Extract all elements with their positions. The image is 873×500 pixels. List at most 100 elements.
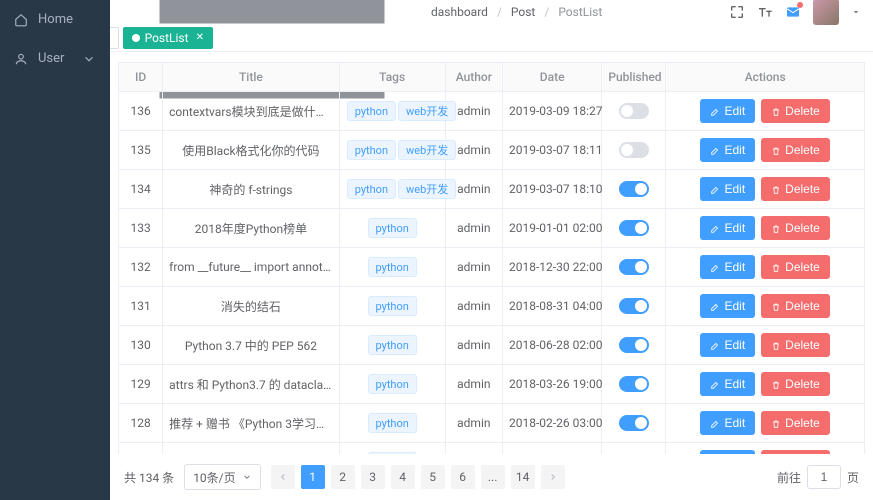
page-number[interactable]: 14 [511, 465, 535, 489]
pagination: 共 134 条 10条/页 123456...14 [110, 454, 873, 500]
tag-python[interactable]: python [368, 257, 417, 277]
tag-python[interactable]: python [368, 374, 417, 394]
edit-button[interactable]: Edit [700, 138, 755, 162]
table-row: 134神奇的 f-stringspythonweb开发admin2019-03-… [119, 170, 865, 209]
cell-actions: EditDelete [666, 170, 865, 209]
cell-published [602, 443, 666, 455]
sidebar-item-user[interactable]: User [0, 39, 110, 78]
edit-button[interactable]: Edit [700, 177, 755, 201]
close-icon[interactable]: ✕ [196, 32, 204, 43]
tag-python[interactable]: python [347, 179, 396, 199]
cell-title: 消失的结石 [163, 287, 340, 326]
tag-python[interactable]: python [347, 101, 396, 121]
cell-published [602, 248, 666, 287]
cell-title: 使用Black格式化你的代码 [163, 131, 340, 170]
published-toggle[interactable] [619, 220, 649, 236]
published-toggle[interactable] [619, 259, 649, 275]
next-page[interactable] [541, 465, 565, 489]
tab-label: PostList [145, 31, 189, 45]
cell-published [602, 131, 666, 170]
published-toggle[interactable] [619, 298, 649, 314]
edit-button[interactable]: Edit [700, 255, 755, 279]
delete-button[interactable]: Delete [761, 333, 830, 357]
page-size-select[interactable]: 10条/页 [184, 464, 260, 490]
col-published: Published [602, 63, 666, 92]
edit-button[interactable]: Edit [700, 216, 755, 240]
page-ellipsis: ... [481, 465, 505, 489]
delete-button[interactable]: Delete [761, 255, 830, 279]
message-icon[interactable] [785, 4, 801, 20]
delete-button[interactable]: Delete [761, 138, 830, 162]
table-header-row: ID Title Tags Author Date Published Acti… [119, 63, 865, 92]
tag-web[interactable]: web开发 [398, 101, 456, 121]
cell-actions: EditDelete [666, 92, 865, 131]
tag-python[interactable]: python [368, 413, 417, 433]
delete-button[interactable]: Delete [761, 177, 830, 201]
edit-button[interactable]: Edit [700, 333, 755, 357]
published-toggle[interactable] [619, 142, 649, 158]
tag-python[interactable]: python [368, 296, 417, 316]
page-number[interactable]: 1 [301, 465, 325, 489]
sidebar-item-home[interactable]: Home [0, 0, 110, 39]
published-toggle[interactable] [619, 337, 649, 353]
fullscreen-icon[interactable] [729, 4, 745, 20]
pencil-icon [710, 145, 720, 155]
pencil-icon [710, 340, 720, 350]
cell-title: 2018年度Python榜单 [163, 209, 340, 248]
font-size-icon[interactable] [757, 4, 773, 20]
user-icon [14, 52, 28, 66]
tab-postlist[interactable]: PostList ✕ [123, 27, 213, 49]
cell-actions: EditDelete [666, 404, 865, 443]
tab-profile[interactable]: Profile [110, 27, 119, 49]
published-toggle[interactable] [619, 376, 649, 392]
pencil-icon [710, 418, 720, 428]
cell-actions: EditDelete [666, 365, 865, 404]
pencil-icon [710, 223, 720, 233]
trash-icon [771, 301, 781, 311]
cell-id: 127 [119, 443, 163, 455]
edit-button[interactable]: Edit [700, 294, 755, 318]
published-toggle[interactable] [619, 181, 649, 197]
cell-title: 神奇的 f-strings [163, 170, 340, 209]
page-number[interactable]: 4 [391, 465, 415, 489]
cell-actions: EditDelete [666, 443, 865, 455]
published-toggle[interactable] [619, 415, 649, 431]
page-size-label: 10条/页 [193, 469, 235, 486]
pencil-icon [710, 262, 720, 272]
published-toggle[interactable] [619, 103, 649, 119]
prev-page[interactable] [271, 465, 295, 489]
edit-button[interactable]: Edit [700, 99, 755, 123]
caret-down-icon[interactable] [851, 4, 861, 20]
breadcrumb-item[interactable]: dashboard [431, 5, 488, 19]
tag-web[interactable]: web开发 [398, 140, 456, 160]
delete-button[interactable]: Delete [761, 216, 830, 240]
edit-button[interactable]: Edit [700, 372, 755, 396]
page-number[interactable]: 6 [451, 465, 475, 489]
cell-title: attrs 和 Python3.7 的 dataclasses [163, 365, 340, 404]
tag-python[interactable]: python [368, 218, 417, 238]
cell-id: 134 [119, 170, 163, 209]
tag-python[interactable]: python [347, 140, 396, 160]
cell-published [602, 92, 666, 131]
cell-id: 133 [119, 209, 163, 248]
cell-title: Python 3.7 中的 PEP 562 [163, 326, 340, 365]
pencil-icon [710, 379, 720, 389]
delete-button[interactable]: Delete [761, 411, 830, 435]
tag-web[interactable]: web开发 [398, 179, 456, 199]
avatar[interactable] [813, 0, 839, 25]
table-row: 128推荐 + 赠书 《Python 3学习笔记（上卷）》pythonadmin… [119, 404, 865, 443]
delete-button[interactable]: Delete [761, 99, 830, 123]
page-number[interactable]: 2 [331, 465, 355, 489]
delete-button[interactable]: Delete [761, 294, 830, 318]
edit-button[interactable]: Edit [700, 411, 755, 435]
page-number[interactable]: 5 [421, 465, 445, 489]
cell-title: 2017年度Python榜单 [163, 443, 340, 455]
cell-tags: pythonweb开发 [339, 131, 445, 170]
tag-python[interactable]: python [368, 335, 417, 355]
page-number[interactable]: 3 [361, 465, 385, 489]
delete-button[interactable]: Delete [761, 372, 830, 396]
breadcrumb-item[interactable]: Post [511, 5, 535, 19]
notification-dot [797, 2, 803, 8]
cell-tags: python [339, 326, 445, 365]
goto-input[interactable] [807, 465, 841, 489]
